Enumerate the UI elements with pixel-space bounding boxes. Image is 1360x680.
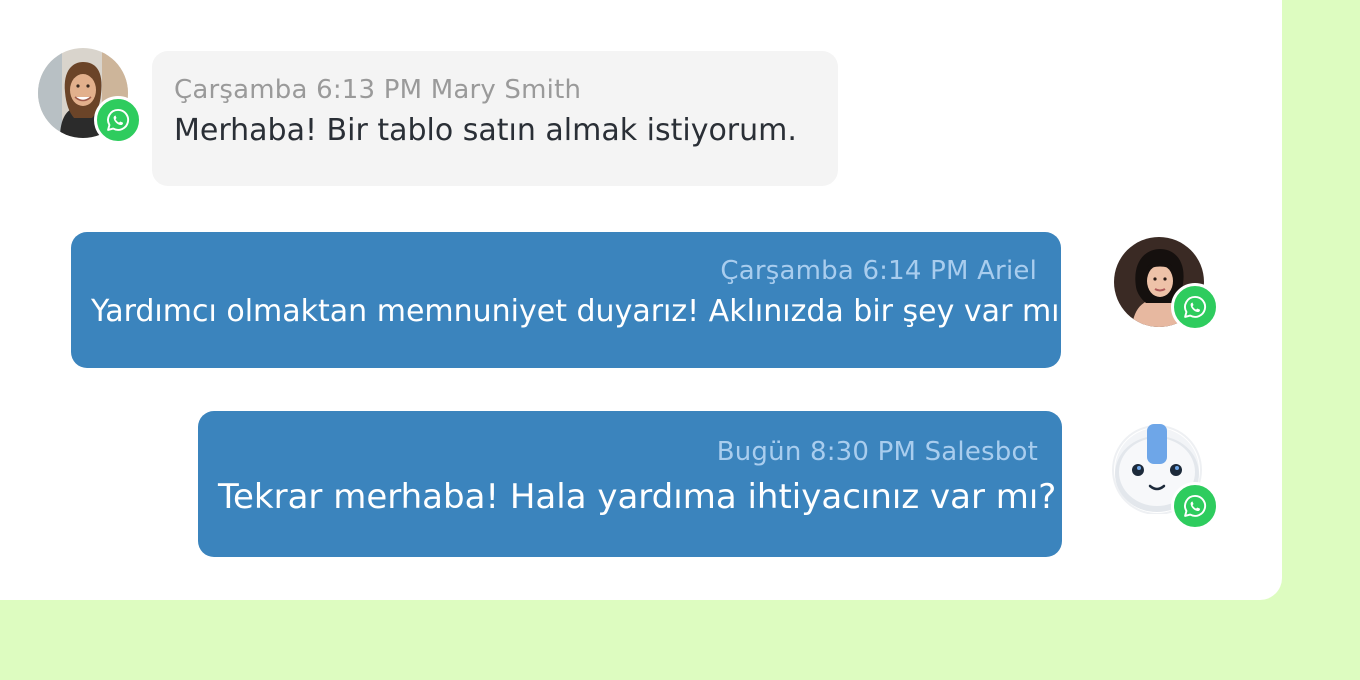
message-bubble-incoming[interactable]: Çarşamba 6:13 PM Mary Smith Merhaba! Bir…: [152, 51, 838, 186]
whatsapp-icon: [1171, 283, 1219, 331]
message-text: Yardımcı olmaktan memnuniyet duyarız! Ak…: [91, 294, 1076, 329]
whatsapp-icon: [1171, 482, 1219, 530]
salesbot-avatar[interactable]: [1112, 424, 1219, 530]
message-text: Merhaba! Bir tablo satın almak istiyorum…: [174, 113, 797, 148]
message-bubble-outgoing[interactable]: Çarşamba 6:14 PM Ariel Yardımcı olmaktan…: [71, 232, 1076, 368]
message-text: Tekrar merhaba! Hala yardıma ihtiyacınız…: [218, 477, 1057, 517]
message-meta: Bugün 8:30 PM Salesbot: [716, 437, 1038, 467]
customer-avatar[interactable]: [38, 48, 142, 144]
message-meta: Çarşamba 6:13 PM Mary Smith: [174, 75, 582, 105]
agent-avatar[interactable]: [1114, 237, 1219, 331]
message-bubble-outgoing[interactable]: Bugün 8:30 PM Salesbot Tekrar merhaba! H…: [198, 411, 1062, 557]
whatsapp-icon: [94, 96, 142, 144]
message-meta: Çarşamba 6:14 PM Ariel: [720, 256, 1037, 286]
chat-panel: Çarşamba 6:13 PM Mary Smith Merhaba! Bir…: [0, 0, 1282, 600]
